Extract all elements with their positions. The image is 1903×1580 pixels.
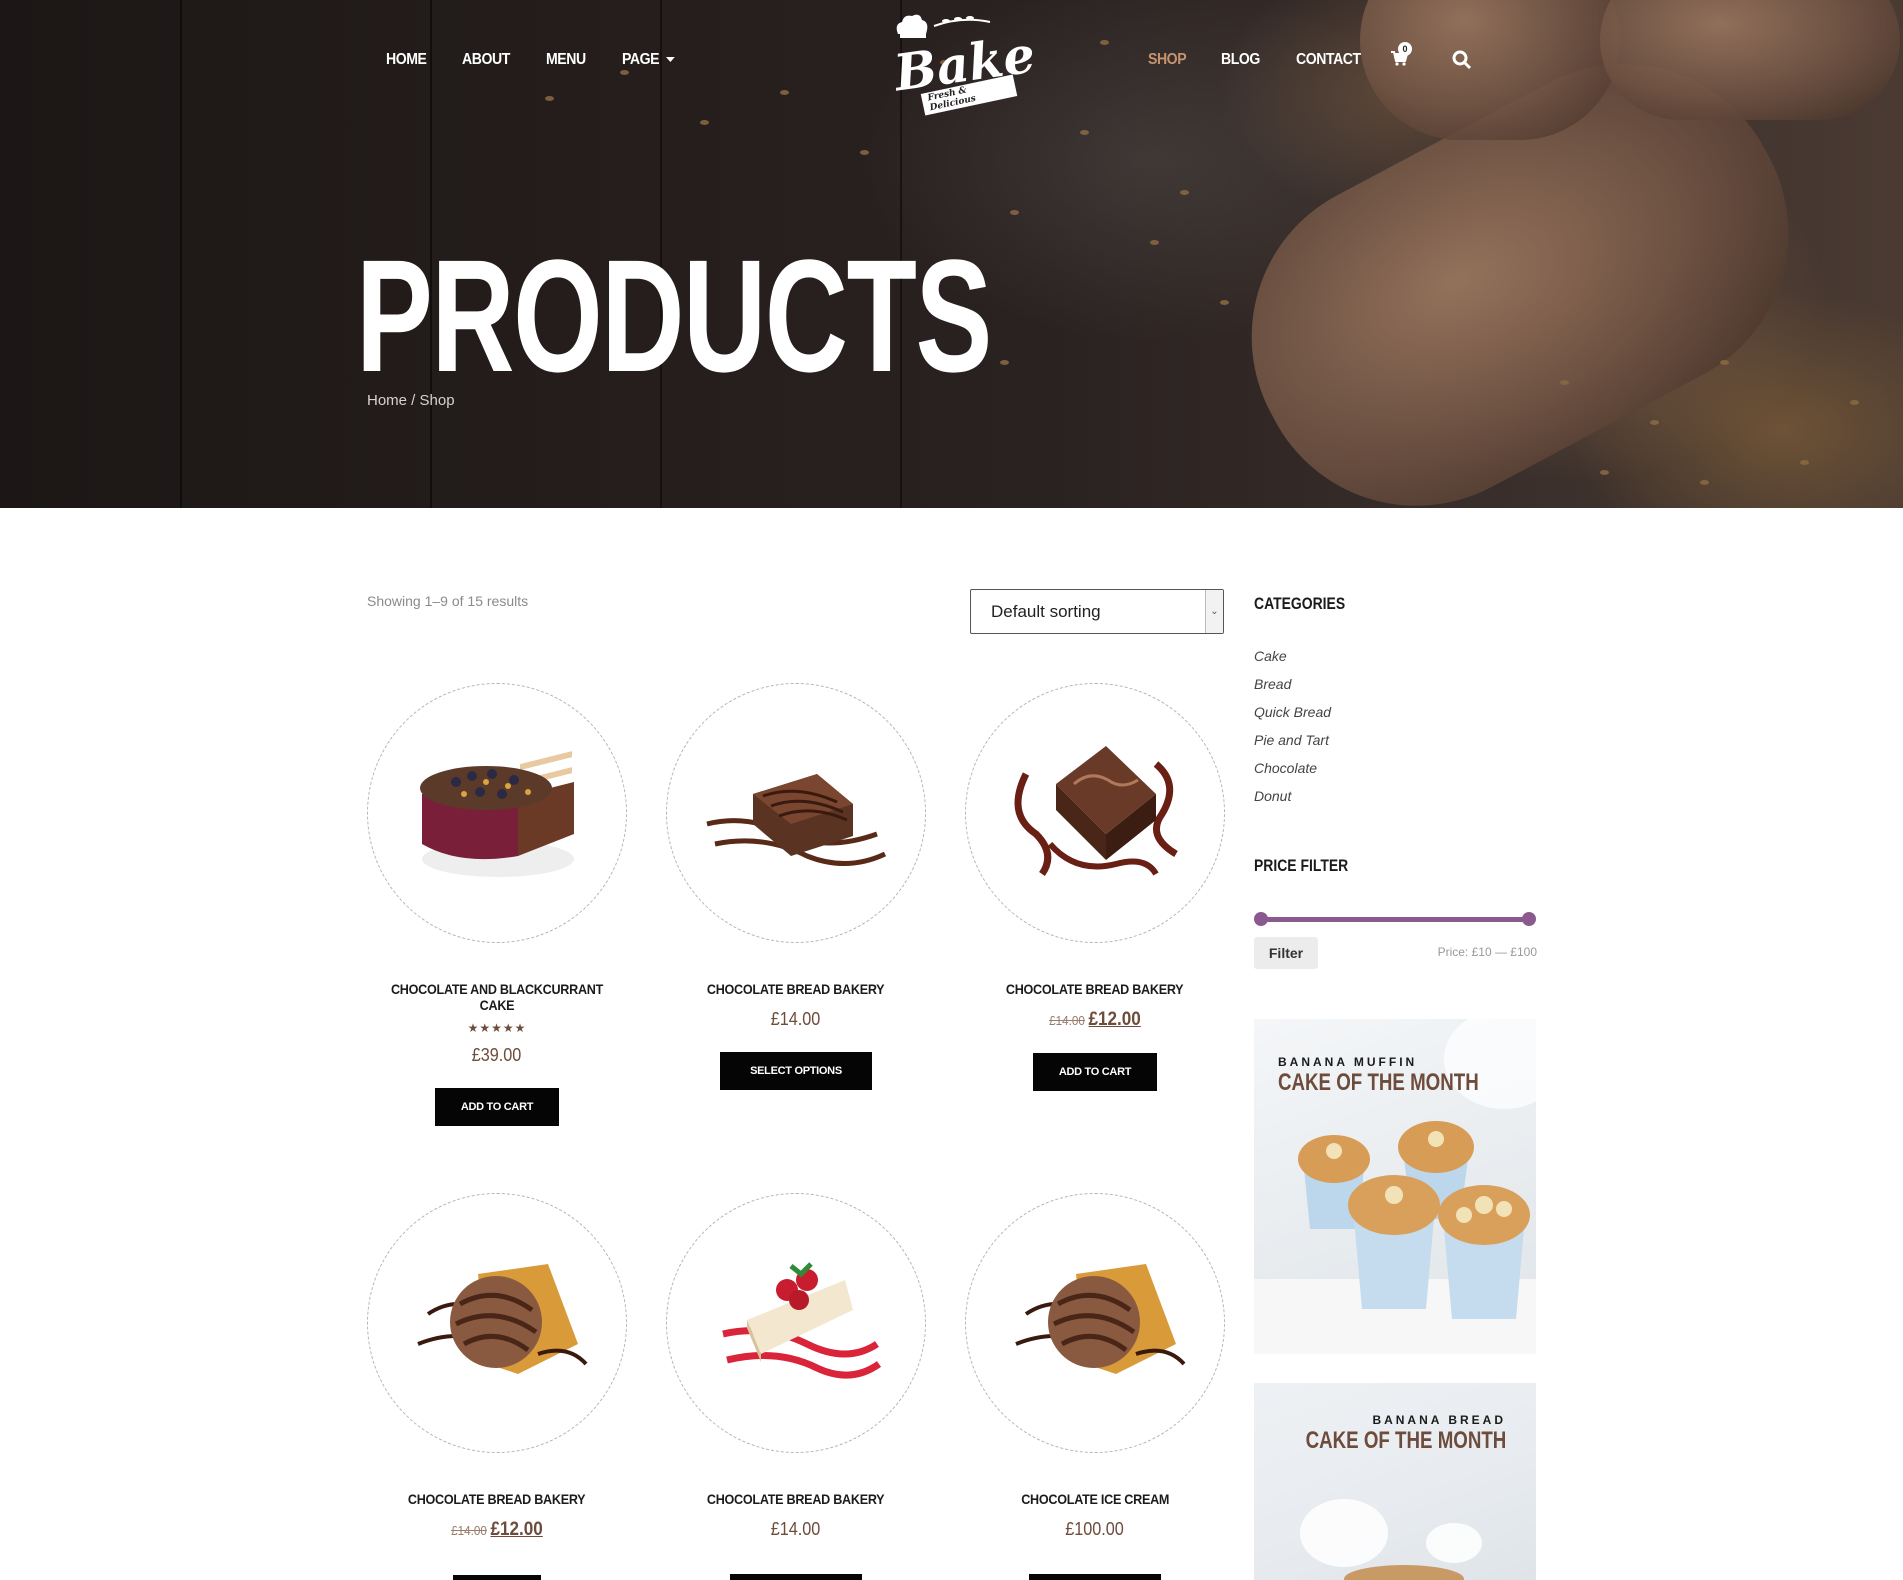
chevron-down-icon: ⌄ xyxy=(1205,590,1223,633)
product-image[interactable] xyxy=(367,683,627,943)
promo-banner-bread[interactable]: BANANA BREAD CAKE OF THE MONTH xyxy=(1254,1383,1536,1580)
product-image[interactable] xyxy=(965,1193,1225,1453)
product-card: CHOCOLATE BREAD BAKERY £14.00 £12.00 xyxy=(367,1193,627,1580)
ice-cream-icon xyxy=(1015,1264,1186,1374)
category-list: Cake Bread Quick Bread Pie and Tart Choc… xyxy=(1254,646,1331,814)
category-link[interactable]: Cake xyxy=(1254,646,1331,674)
product-card: CHOCOLATE BREAD BAKERY £14.00 SELECT OPT… xyxy=(666,683,926,1090)
breadcrumb-current: Shop xyxy=(419,392,455,409)
sort-select[interactable]: Default sorting ⌄ xyxy=(970,589,1224,634)
promo-kicker: BANANA MUFFIN xyxy=(1278,1055,1418,1069)
breadcrumb-home[interactable]: Home xyxy=(367,392,407,409)
select-options-button[interactable]: SELECT OPTIONS xyxy=(720,1052,872,1090)
nav-blog[interactable]: BLOG xyxy=(1221,51,1260,69)
product-name[interactable]: CHOCOLATE BREAD BAKERY xyxy=(707,981,885,997)
brownie-icon xyxy=(1014,746,1178,877)
product-price: £14.00 £12.00 xyxy=(1049,1009,1141,1031)
category-link[interactable]: Quick Bread xyxy=(1254,702,1331,730)
nav-page-label: PAGE xyxy=(621,51,660,68)
product-card: CHOCOLATE BREAD BAKERY £14.00 £12.00 ADD … xyxy=(965,683,1225,1091)
promo-banner-muffin[interactable]: BANANA MUFFIN CAKE OF THE MONTH xyxy=(1254,1019,1536,1354)
old-price: £14.00 xyxy=(451,1523,487,1538)
categories-title: CATEGORIES xyxy=(1254,594,1346,613)
old-price: £14.00 xyxy=(1049,1013,1085,1028)
cheesecake-icon xyxy=(722,1262,882,1379)
chef-hat-icon xyxy=(896,14,928,38)
product-image[interactable] xyxy=(666,1193,926,1453)
nav-shop[interactable]: SHOP xyxy=(1148,51,1187,69)
bake-logo[interactable]: Bake Fresh & Delicious xyxy=(876,8,1039,116)
category-link[interactable]: Pie and Tart xyxy=(1254,730,1331,758)
nav-page[interactable]: PAGE xyxy=(622,51,675,69)
layer-cake-icon xyxy=(420,751,574,877)
price-filter-title: PRICE FILTER xyxy=(1254,856,1349,875)
product-image[interactable] xyxy=(965,683,1225,943)
sale-price: £12.00 xyxy=(490,1519,543,1540)
promo-title: CAKE OF THE MONTH xyxy=(1305,1427,1506,1454)
product-card: CHOCOLATE ICE CREAM £100.00 xyxy=(965,1193,1225,1580)
brownie-icon xyxy=(706,774,887,866)
price-slider-max-handle[interactable] xyxy=(1522,912,1536,926)
price-slider-min-handle[interactable] xyxy=(1254,912,1268,926)
add-to-cart-button[interactable]: ADD TO CART xyxy=(434,1088,560,1126)
product-action-button[interactable] xyxy=(1029,1574,1161,1580)
product-card: CHOCOLATE AND BLACKCURRANT CAKE ★★★★★ £3… xyxy=(367,683,627,1126)
category-link[interactable]: Bread xyxy=(1254,674,1331,702)
nav-about[interactable]: ABOUT xyxy=(462,51,510,69)
add-to-cart-button[interactable]: ADD TO CART xyxy=(1032,1053,1158,1091)
nav-home[interactable]: HOME xyxy=(386,51,427,69)
product-image[interactable] xyxy=(367,1193,627,1453)
filter-button[interactable]: Filter xyxy=(1254,937,1318,969)
main-nav-right: SHOP BLOG CONTACT xyxy=(1148,48,1399,72)
breadcrumb-separator: / xyxy=(407,392,420,409)
product-name[interactable]: CHOCOLATE BREAD BAKERY xyxy=(408,1491,586,1507)
category-link[interactable]: Chocolate xyxy=(1254,758,1331,786)
sale-price: £12.00 xyxy=(1088,1009,1141,1030)
product-image[interactable] xyxy=(666,683,926,943)
wheat-icon xyxy=(933,16,991,27)
product-name[interactable]: CHOCOLATE AND BLACKCURRANT CAKE xyxy=(380,981,614,1013)
main-nav-left: HOME ABOUT MENU PAGE xyxy=(386,48,712,72)
product-price: £14.00 xyxy=(771,1009,821,1029)
nav-menu[interactable]: MENU xyxy=(546,51,586,69)
promo-title: CAKE OF THE MONTH xyxy=(1278,1069,1479,1096)
ice-cream-icon xyxy=(417,1264,588,1374)
product-card: CHOCOLATE BREAD BAKERY £14.00 xyxy=(666,1193,926,1580)
caret-down-icon xyxy=(665,57,675,63)
sort-select-value: Default sorting xyxy=(991,602,1101,621)
breadcrumb: Home / Shop xyxy=(367,392,455,409)
product-name[interactable]: CHOCOLATE BREAD BAKERY xyxy=(707,1491,885,1507)
price-slider-track[interactable] xyxy=(1257,917,1529,922)
product-price: £14.00 xyxy=(771,1519,821,1539)
product-action-button[interactable] xyxy=(730,1574,862,1580)
nav-contact[interactable]: CONTACT xyxy=(1296,51,1361,69)
product-name[interactable]: CHOCOLATE ICE CREAM xyxy=(1021,1491,1169,1507)
page-title: PRODUCTS xyxy=(356,226,992,405)
result-count: Showing 1–9 of 15 results xyxy=(367,593,529,609)
product-name[interactable]: CHOCOLATE BREAD BAKERY xyxy=(1006,981,1184,997)
search-icon[interactable] xyxy=(1452,50,1472,70)
product-price: £14.00 £12.00 xyxy=(451,1519,543,1541)
rating-stars: ★★★★★ xyxy=(467,1021,527,1035)
product-action-button[interactable] xyxy=(453,1575,541,1580)
category-link[interactable]: Donut xyxy=(1254,786,1331,814)
product-price: £39.00 xyxy=(472,1045,522,1065)
promo-kicker: BANANA BREAD xyxy=(1372,1413,1506,1427)
product-price: £100.00 xyxy=(1065,1519,1125,1539)
cart-count-badge: 0 xyxy=(1398,42,1412,56)
price-range-label: Price: £10 — £100 xyxy=(1437,945,1537,959)
